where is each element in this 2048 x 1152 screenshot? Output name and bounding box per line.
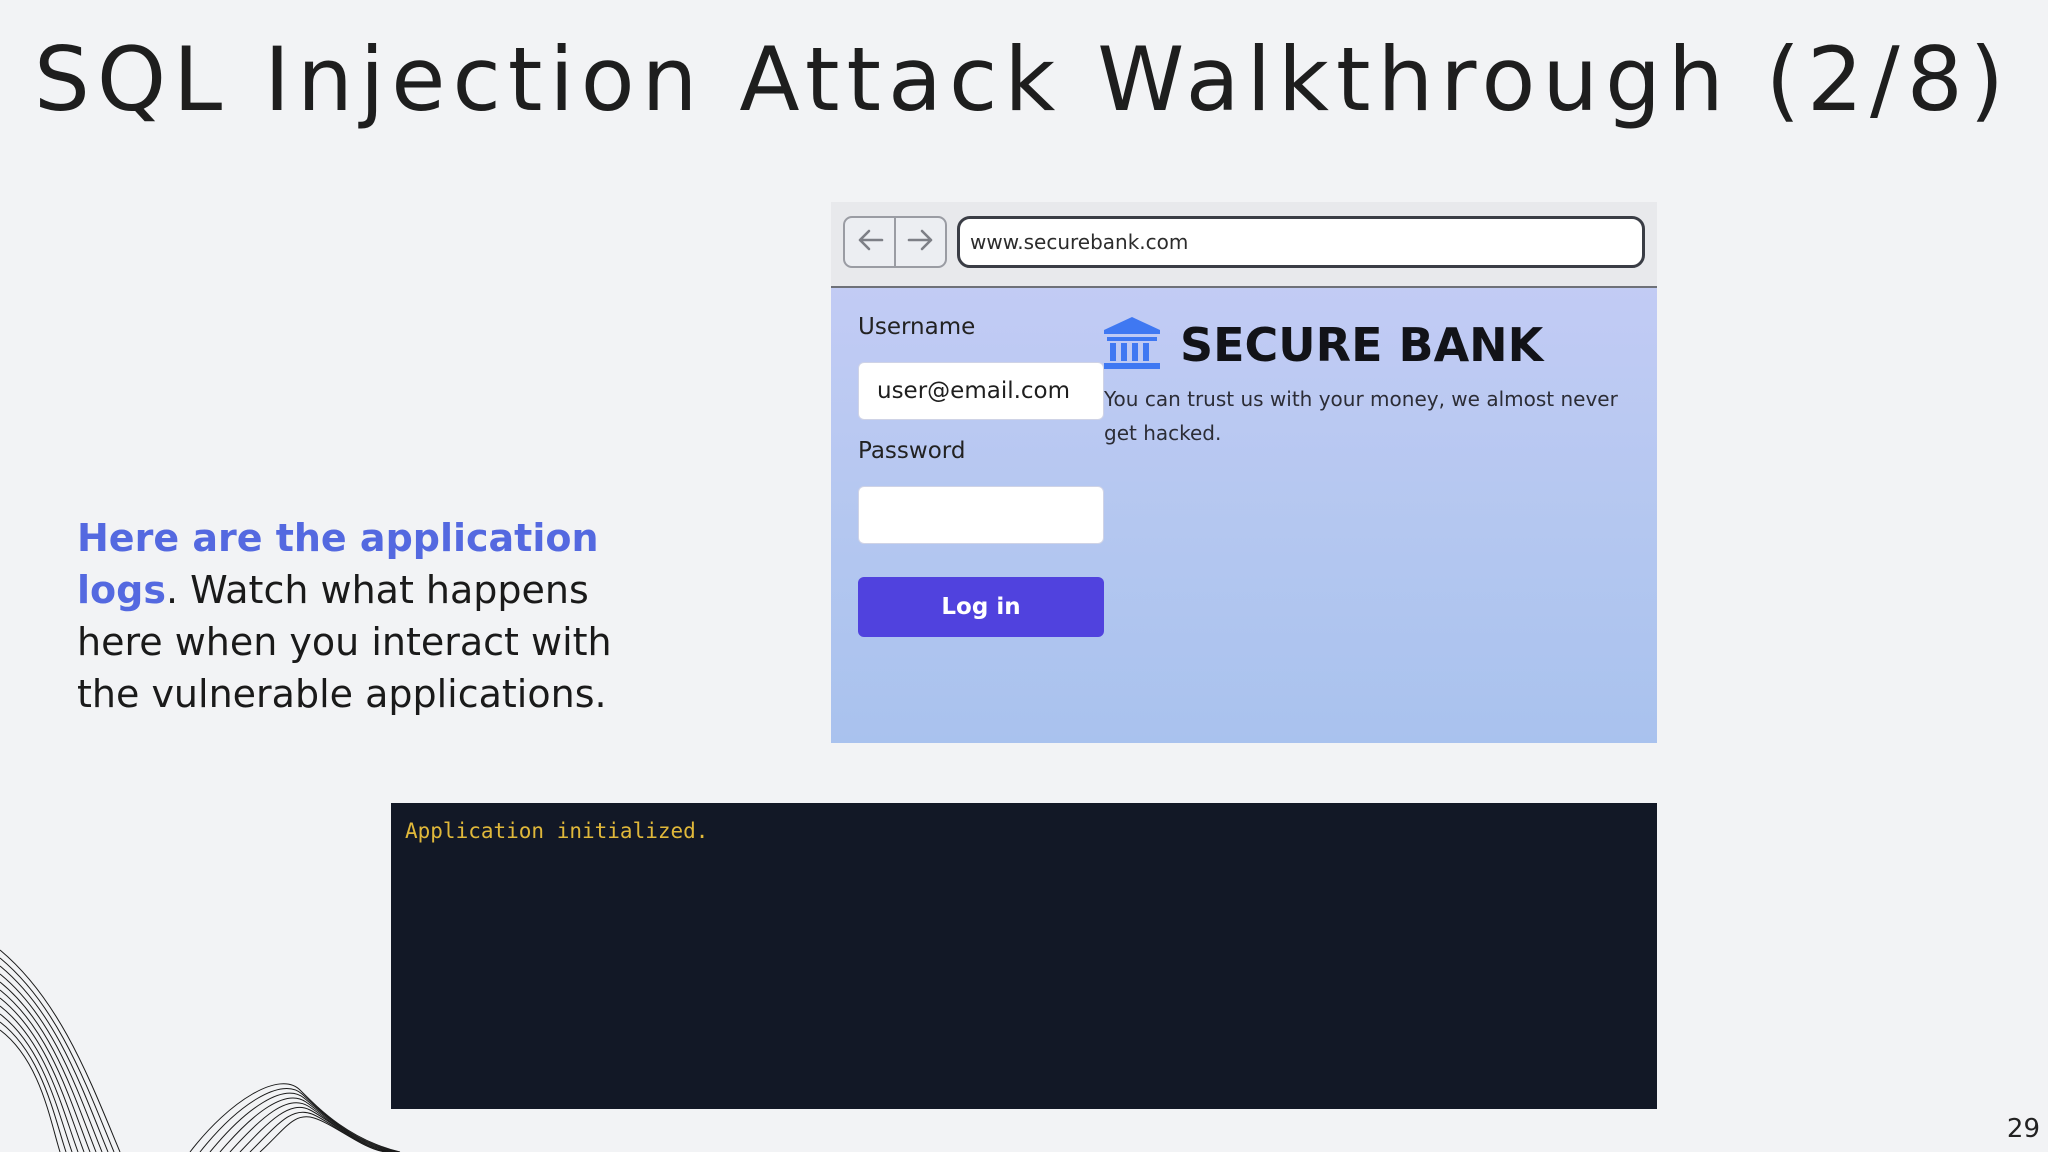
username-input[interactable]: user@email.com — [858, 362, 1104, 420]
log-line: Application initialized. — [405, 819, 709, 843]
arrow-right-icon — [907, 225, 935, 260]
page-number: 29 — [2006, 1114, 2040, 1144]
slide-title: SQL Injection Attack Walkthrough (2/8) — [34, 28, 2012, 131]
bank-logo: SECURE BANK — [1102, 315, 1543, 375]
bank-name: SECURE BANK — [1180, 318, 1544, 372]
wave-decoration — [0, 949, 401, 1152]
password-input[interactable] — [858, 486, 1104, 544]
login-button[interactable]: Log in — [858, 577, 1104, 637]
bank-building-icon — [1102, 315, 1162, 375]
password-label: Password — [858, 438, 966, 464]
browser-toolbar: www.securebank.com — [831, 202, 1657, 288]
intro-text: Here are the application logs. Watch wha… — [77, 512, 637, 720]
application-log-panel: Application initialized. — [391, 803, 1657, 1109]
bank-tagline: You can trust us with your money, we alm… — [1104, 387, 1618, 445]
username-label: Username — [858, 314, 976, 340]
arrow-left-icon — [856, 225, 884, 260]
browser-window: www.securebank.com Username user@email.c… — [831, 202, 1657, 743]
forward-button[interactable] — [894, 218, 945, 266]
address-bar[interactable]: www.securebank.com — [957, 216, 1645, 268]
back-button[interactable] — [845, 218, 894, 266]
nav-buttons — [843, 216, 947, 268]
